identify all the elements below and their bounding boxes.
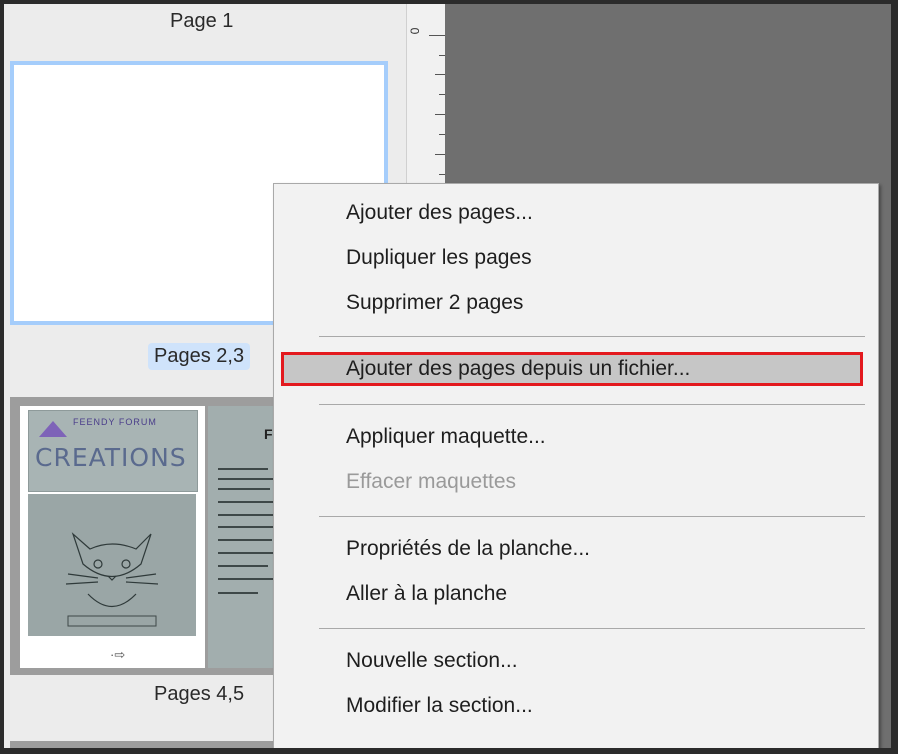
text-line — [218, 552, 276, 554]
page-flip-arrow-icon: ·⇨ — [110, 647, 126, 662]
text-line — [218, 501, 276, 503]
ruler-tick — [439, 174, 445, 175]
menu-item-clear-masters[interactable]: Effacer maquettes — [346, 470, 516, 494]
cat-illustration — [28, 494, 196, 636]
ruler-tick — [439, 134, 445, 135]
menu-item-edit-section[interactable]: Modifier la section... — [346, 694, 533, 718]
text-line — [218, 488, 270, 490]
pages-4-5-label[interactable]: Pages 4,5 — [154, 683, 244, 706]
menu-separator — [319, 336, 865, 337]
context-menu: Ajouter des pages... Dupliquer les pages… — [273, 183, 879, 748]
page-5-heading: F — [264, 426, 273, 442]
ruler-tick — [435, 114, 445, 115]
menu-item-go-to-spread[interactable]: Aller à la planche — [346, 582, 507, 606]
text-line — [218, 514, 274, 516]
ruler-tick — [435, 154, 445, 155]
text-line — [218, 526, 276, 528]
menu-item-new-section[interactable]: Nouvelle section... — [346, 649, 518, 673]
pages-2-3-label[interactable]: Pages 2,3 — [148, 343, 251, 370]
menu-item-spread-properties[interactable]: Propriétés de la planche... — [346, 537, 590, 561]
menu-separator — [319, 404, 865, 405]
menu-item-duplicate-pages[interactable]: Dupliquer les pages — [346, 246, 532, 270]
ruler-tick — [429, 35, 445, 36]
logo-triangle-icon — [39, 421, 67, 437]
ruler-tick — [435, 74, 445, 75]
vertical-ruler[interactable]: 0 — [406, 4, 445, 184]
cat-drawing-icon — [65, 532, 159, 627]
text-line — [218, 592, 258, 594]
text-line — [218, 539, 272, 541]
ruler-zero-label: 0 — [407, 27, 422, 35]
ruler-tick — [439, 94, 445, 95]
app-frame: Page 1 Pages 2,3 FEENDY FORUM CREATIONS — [4, 4, 891, 748]
menu-item-add-pages-from-file[interactable]: Ajouter des pages depuis un fichier... — [346, 357, 690, 381]
page-1-label: Page 1 — [170, 10, 234, 32]
menu-separator — [319, 628, 865, 629]
cover-title: CREATIONS — [35, 443, 187, 472]
logo-text: FEENDY FORUM — [73, 417, 157, 427]
menu-separator — [319, 516, 865, 517]
menu-item-apply-master[interactable]: Appliquer maquette... — [346, 425, 546, 449]
ruler-tick — [439, 55, 445, 56]
menu-item-add-pages[interactable]: Ajouter des pages... — [346, 201, 533, 225]
menu-item-delete-pages[interactable]: Supprimer 2 pages — [346, 291, 523, 315]
cover-logo-block: FEENDY FORUM CREATIONS — [28, 410, 198, 492]
text-line — [218, 478, 276, 480]
text-line — [218, 565, 268, 567]
text-line — [218, 578, 276, 580]
text-line — [218, 468, 268, 470]
